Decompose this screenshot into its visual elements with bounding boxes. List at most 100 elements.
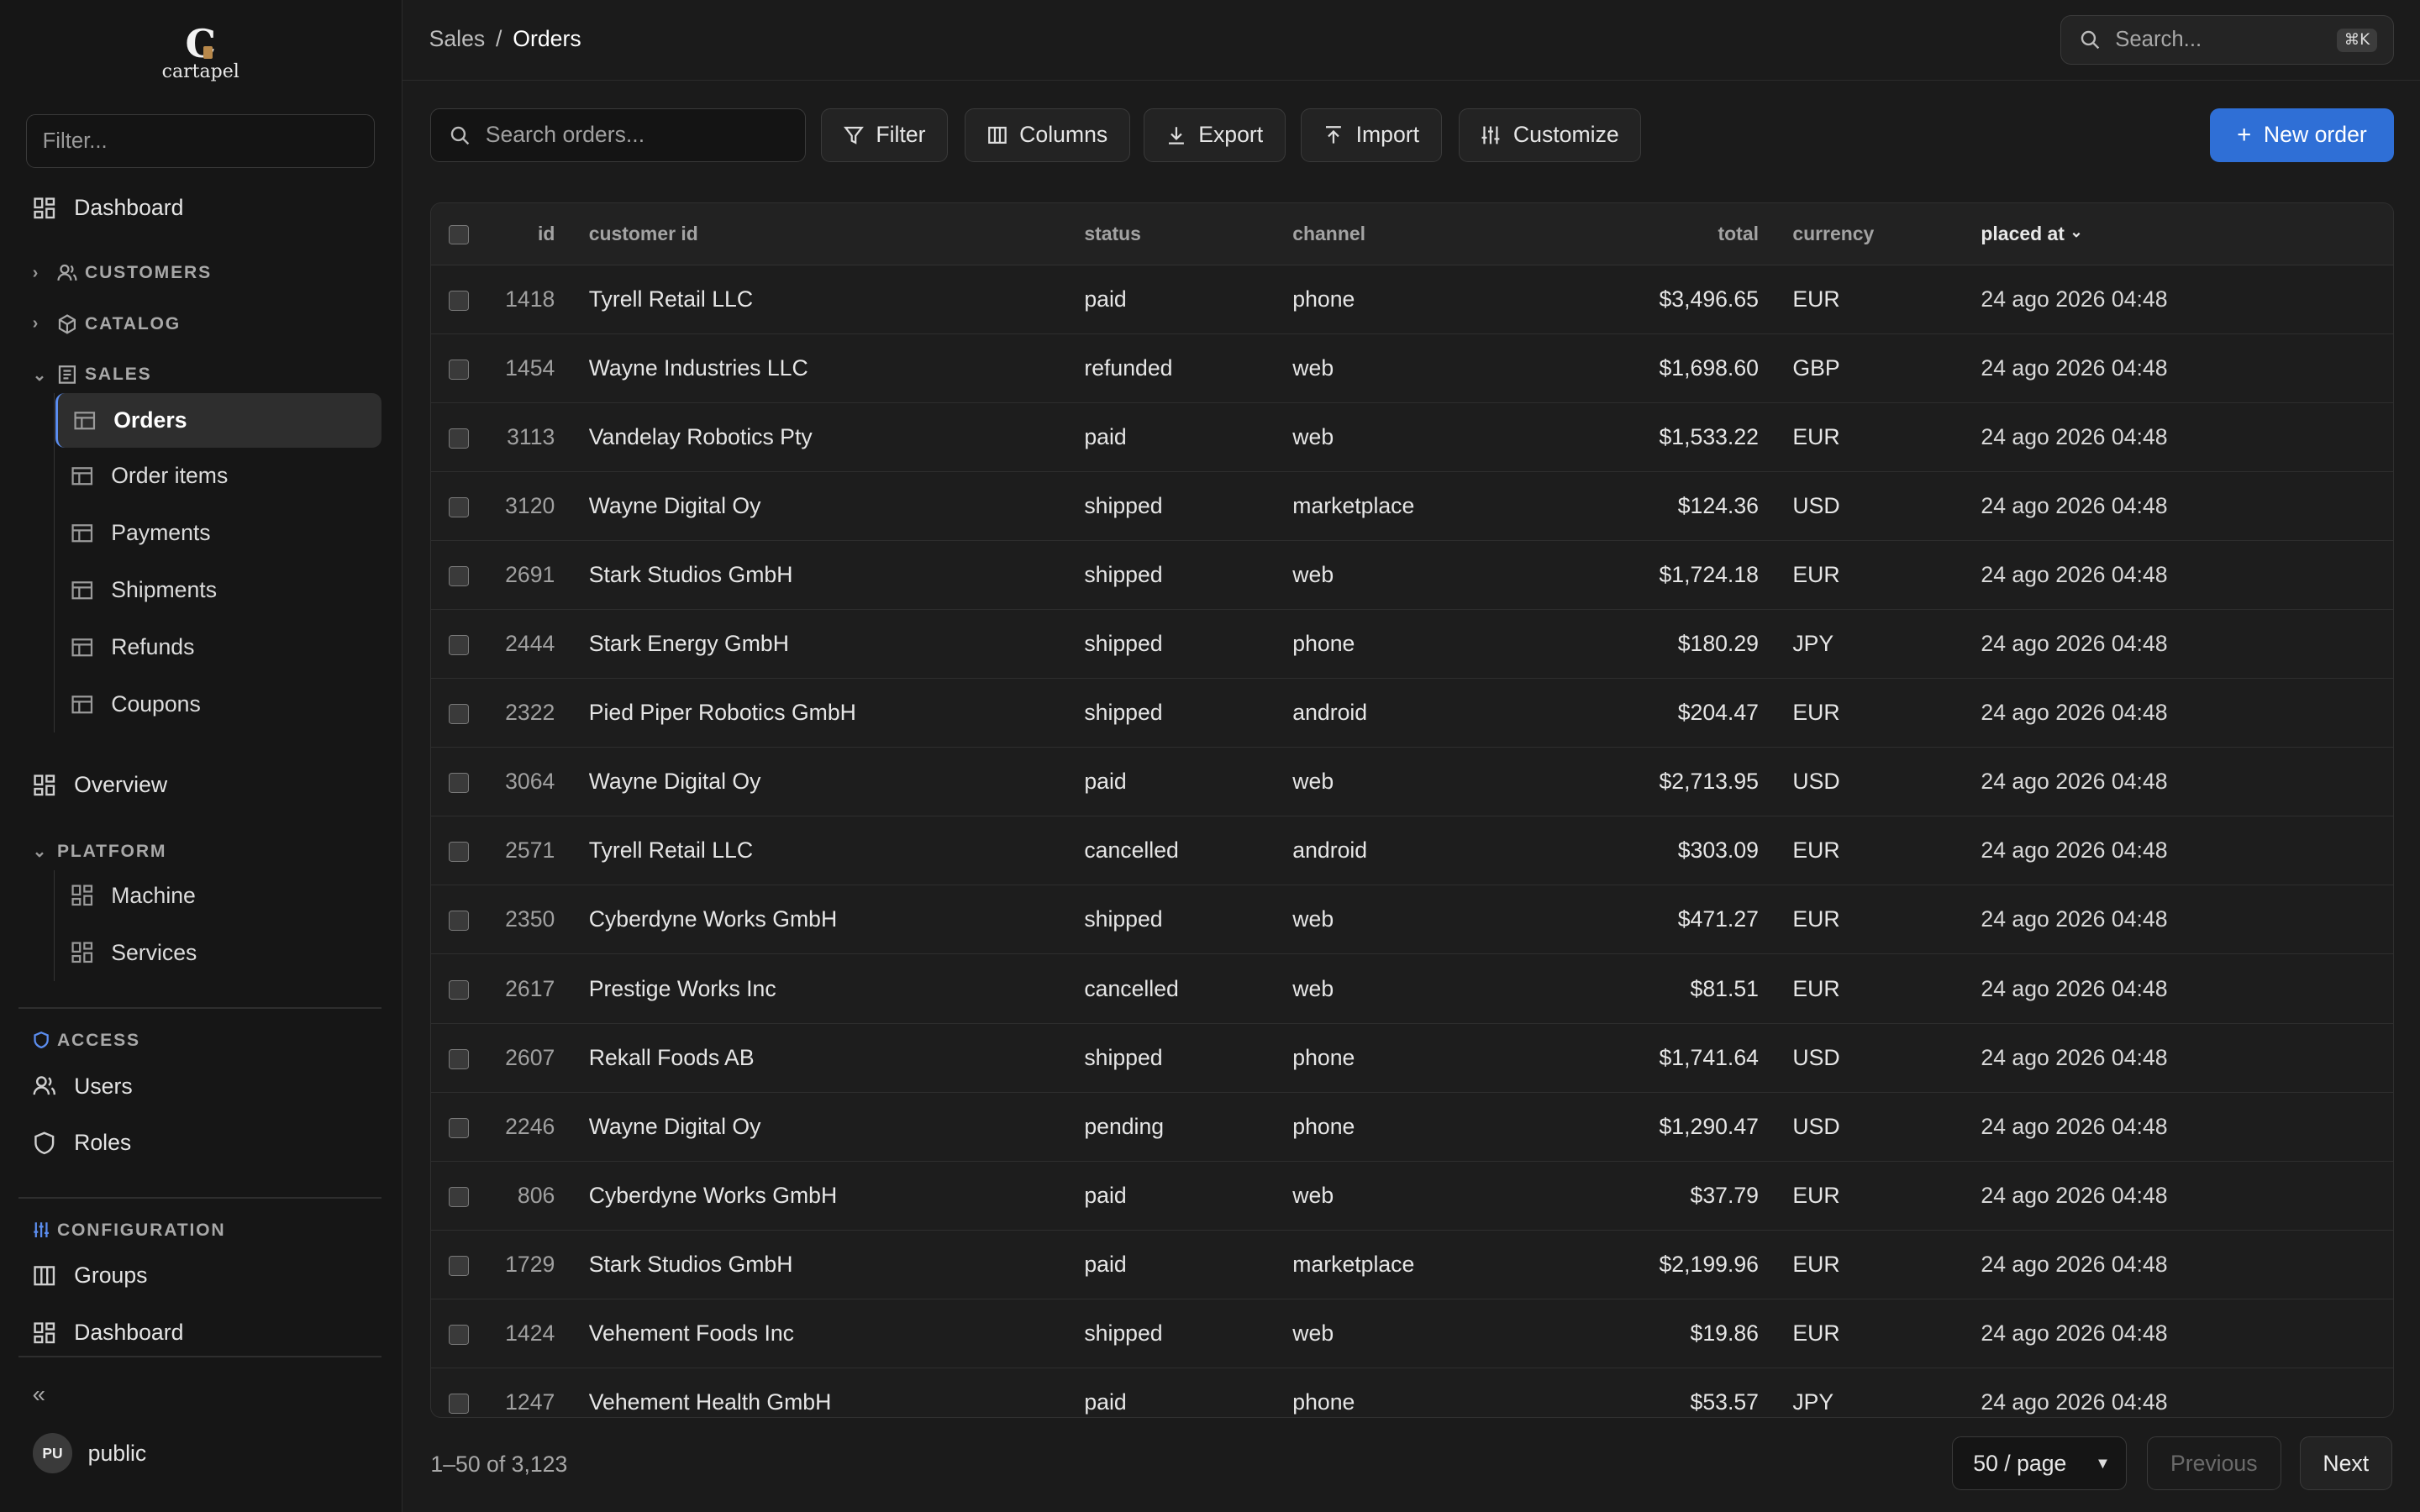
sidebar-item-machine[interactable]: Machine <box>55 869 381 922</box>
cell-currency: USD <box>1792 769 1840 795</box>
filter-button[interactable]: Filter <box>821 108 949 162</box>
sidebar-item-overview[interactable]: Overview <box>26 762 167 808</box>
sidebar-section-customers[interactable]: › CUSTOMERS <box>33 260 212 287</box>
column-header-id[interactable]: id <box>487 202 589 265</box>
column-header-customer-id[interactable]: customer id <box>588 202 1085 265</box>
table-row[interactable]: 2607 Rekall Foods AB shipped phone $1,741.64… <box>431 1023 2393 1093</box>
table-row[interactable]: 2322 Pied Piper Robotics GmbH shipped andro… <box>431 679 2393 748</box>
table-row[interactable]: 1247 Vehement Health GmbH paid phone $53.57 J… <box>431 1368 2392 1417</box>
collapse-sidebar-icon[interactable]: « <box>33 1381 60 1409</box>
sidebar-filter-input[interactable] <box>26 113 376 169</box>
row-checkbox[interactable] <box>448 428 469 449</box>
cell-order-id: 2691 <box>505 561 555 587</box>
sidebar-item-refunds[interactable]: Refunds <box>55 620 381 674</box>
user-menu[interactable]: PU public <box>32 1433 146 1474</box>
column-header-status[interactable]: status <box>1084 202 1293 265</box>
sidebar-item-label: Groups <box>74 1263 148 1289</box>
row-checkbox[interactable] <box>448 1186 469 1207</box>
table-row[interactable]: 1729 Stark Studios GmbH paid marketplace $2,… <box>431 1230 2393 1299</box>
cell-order-id: 2617 <box>505 975 555 1001</box>
cell-customer-id: Rekall Foods AB <box>588 1044 755 1070</box>
row-checkbox[interactable] <box>448 359 469 380</box>
row-checkbox[interactable] <box>448 1117 469 1138</box>
sidebar-item-services[interactable]: Services <box>55 926 381 979</box>
sidebar-section-platform[interactable]: ⌄ PLATFORM <box>33 837 167 865</box>
cell-channel: android <box>1292 837 1368 864</box>
row-checkbox[interactable] <box>448 566 469 586</box>
sidebar-section-sales[interactable]: ⌄ SALES <box>33 361 152 389</box>
global-search-input[interactable]: Search... ⌘K <box>2060 15 2394 66</box>
row-checkbox[interactable] <box>448 290 469 311</box>
row-checkbox[interactable] <box>448 496 469 517</box>
row-checkbox[interactable] <box>448 773 469 794</box>
cell-currency: EUR <box>1792 837 1840 864</box>
sidebar-item-shipments[interactable]: Shipments <box>55 563 381 617</box>
sidebar-item-users[interactable]: Users <box>26 1063 133 1109</box>
table-row[interactable]: 2617 Prestige Works Inc cancelled web $81.51… <box>431 954 2393 1024</box>
cell-order-id: 2571 <box>505 837 555 864</box>
cell-customer-id: Vehement Health GmbH <box>588 1389 832 1415</box>
app-logo[interactable]: C cartapel <box>0 24 402 83</box>
cell-status: cancelled <box>1084 837 1179 864</box>
sidebar-item-groups[interactable]: Groups <box>26 1252 147 1299</box>
sidebar-item-order-items[interactable]: Order items <box>55 449 381 502</box>
sidebar-item-roles[interactable]: Roles <box>26 1120 131 1166</box>
row-checkbox[interactable] <box>448 704 469 725</box>
breadcrumb-sales[interactable]: Sales <box>429 26 486 52</box>
table-row[interactable]: 1424 Vehement Foods Inc shipped web $19.86 EU… <box>431 1299 2393 1368</box>
columns-button[interactable]: Columns <box>964 108 1130 162</box>
table-row[interactable]: 3120 Wayne Digital Oy shipped marketplace $1… <box>431 471 2393 541</box>
per-page-select[interactable]: 50 / page ▼ <box>1952 1436 2127 1491</box>
cell-placed-at: 24 ago 2026 04:48 <box>1981 1182 2168 1208</box>
cell-order-id: 3064 <box>505 769 555 795</box>
row-checkbox[interactable] <box>448 842 469 863</box>
column-header-currency[interactable]: currency <box>1792 202 1981 265</box>
row-checkbox[interactable] <box>448 1048 469 1069</box>
table-row[interactable]: 2571 Tyrell Retail LLC cancelled android $30… <box>431 816 2393 885</box>
breadcrumb-orders: Orders <box>513 26 581 52</box>
receipt-icon <box>57 365 77 385</box>
import-button[interactable]: Import <box>1301 108 1442 162</box>
column-header-total[interactable]: total <box>1523 202 1793 265</box>
previous-page-button[interactable]: Previous <box>2146 1436 2281 1491</box>
keyboard-shortcut-badge: ⌘K <box>2336 28 2378 52</box>
row-checkbox[interactable] <box>448 1255 469 1276</box>
table-row[interactable]: 2350 Cyberdyne Works GmbH shipped web $471.2… <box>431 885 2393 954</box>
sidebar-item-config-dashboard[interactable]: Dashboard <box>26 1310 183 1356</box>
table-row[interactable]: 3064 Wayne Digital Oy paid web $2,713.95 USD 2… <box>431 748 2393 816</box>
row-select-cell <box>431 610 487 679</box>
table-row[interactable]: 3113 Vandelay Robotics Pty paid web $1,533.2… <box>431 402 2393 472</box>
sidebar-item-coupons[interactable]: Coupons <box>55 677 381 731</box>
column-header-placed-at[interactable]: placed at ⌄ <box>1981 202 2393 265</box>
row-select-cell <box>431 333 487 402</box>
cell-placed-at: 24 ago 2026 04:48 <box>1981 1389 2168 1415</box>
sidebar-section-catalog[interactable]: › CATALOG <box>33 310 182 338</box>
row-checkbox[interactable] <box>448 1325 469 1345</box>
customize-button[interactable]: Customize <box>1458 108 1642 162</box>
table-row[interactable]: 1454 Wayne Industries LLC refunded web $1,69… <box>431 333 2393 403</box>
cell-total: $303.09 <box>1677 837 1759 864</box>
select-all-checkbox[interactable] <box>448 224 469 245</box>
row-checkbox[interactable] <box>448 635 469 655</box>
table-row[interactable]: 1418 Tyrell Retail LLC paid phone $3,496.65 E… <box>431 265 2393 334</box>
table-row[interactable]: 2691 Stark Studios GmbH shipped web $1,724.1… <box>431 540 2393 610</box>
export-button[interactable]: Export <box>1143 108 1286 162</box>
new-order-button[interactable]: + New order <box>2210 108 2394 162</box>
row-checkbox[interactable] <box>448 911 469 932</box>
table-row[interactable]: 2444 Stark Energy GmbH shipped phone $180.29… <box>431 610 2393 679</box>
sidebar-item-orders[interactable]: Orders <box>55 393 381 448</box>
columns-icon <box>987 125 1007 145</box>
table-row[interactable]: 806 Cyberdyne Works GmbH paid web $37.79 EUR 2… <box>431 1161 2393 1231</box>
row-checkbox[interactable] <box>448 979 469 1000</box>
table-row[interactable]: 2246 Wayne Digital Oy pending phone $1,290.4… <box>431 1092 2393 1162</box>
column-header-channel[interactable]: channel <box>1292 202 1524 265</box>
search-orders-input[interactable] <box>485 122 779 149</box>
cell-total: $180.29 <box>1677 631 1759 657</box>
next-page-button[interactable]: Next <box>2299 1436 2392 1491</box>
sidebar-item-dashboard[interactable]: Dashboard <box>26 185 183 231</box>
search-orders-field[interactable] <box>430 108 806 162</box>
sliders-icon <box>33 1221 51 1240</box>
row-checkbox[interactable] <box>448 1394 469 1414</box>
sidebar-item-payments[interactable]: Payments <box>55 506 381 559</box>
new-order-label: New order <box>2263 122 2367 148</box>
